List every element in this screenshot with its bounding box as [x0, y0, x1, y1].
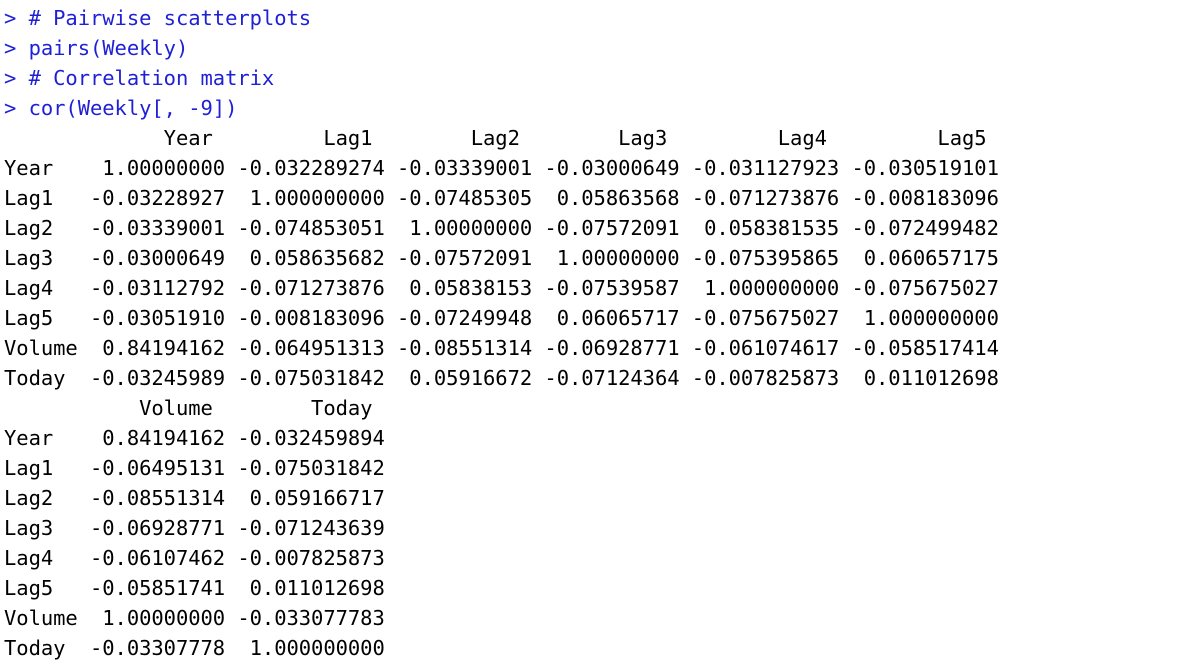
- output-row: Lag2 -0.08551314 0.059166717: [4, 486, 385, 510]
- output-row: Lag4 -0.06107462 -0.007825873: [4, 546, 385, 570]
- output-row: Lag5 -0.05851741 0.011012698: [4, 576, 385, 600]
- output-row: Lag1 -0.06495131 -0.075031842: [4, 456, 385, 480]
- output-row: Lag5 -0.03051910 -0.008183096 -0.0724994…: [4, 306, 999, 330]
- output-row: Volume 1.00000000 -0.033077783: [4, 606, 385, 630]
- output-header: Volume Today: [4, 396, 373, 420]
- command-text: cor(Weekly[, -9]): [28, 96, 238, 120]
- console-command-line: > # Correlation matrix: [4, 63, 1200, 93]
- console-prompt: >: [4, 6, 29, 30]
- output-row: Year 0.84194162 -0.032459894: [4, 426, 385, 450]
- console-command-line: > # Pairwise scatterplots: [4, 3, 1200, 33]
- command-text: # Correlation matrix: [28, 66, 275, 90]
- output-row: Lag3 -0.06928771 -0.071243639: [4, 516, 385, 540]
- output-row: Volume 0.84194162 -0.064951313 -0.085513…: [4, 336, 999, 360]
- command-text: # Pairwise scatterplots: [28, 6, 312, 30]
- output-row: Lag3 -0.03000649 0.058635682 -0.07572091…: [4, 246, 999, 270]
- console-command-line: > cor(Weekly[, -9]): [4, 93, 1200, 123]
- console-prompt: >: [4, 36, 29, 60]
- r-console[interactable]: > # Pairwise scatterplots > pairs(Weekly…: [4, 3, 1200, 663]
- output-row: Lag2 -0.03339001 -0.074853051 1.00000000…: [4, 216, 999, 240]
- output-row: Lag4 -0.03112792 -0.071273876 0.05838153…: [4, 276, 999, 300]
- output-row: Year 1.00000000 -0.032289274 -0.03339001…: [4, 156, 999, 180]
- console-prompt: >: [4, 66, 29, 90]
- console-prompt: >: [4, 96, 29, 120]
- console-command-line: > pairs(Weekly): [4, 33, 1200, 63]
- output-row: Today -0.03307778 1.000000000: [4, 636, 385, 660]
- output-row: Today -0.03245989 -0.075031842 0.0591667…: [4, 366, 999, 390]
- command-text: pairs(Weekly): [28, 36, 189, 60]
- output-header: Year Lag1 Lag2 Lag3 Lag4 Lag5: [4, 126, 987, 150]
- output-row: Lag1 -0.03228927 1.000000000 -0.07485305…: [4, 186, 999, 210]
